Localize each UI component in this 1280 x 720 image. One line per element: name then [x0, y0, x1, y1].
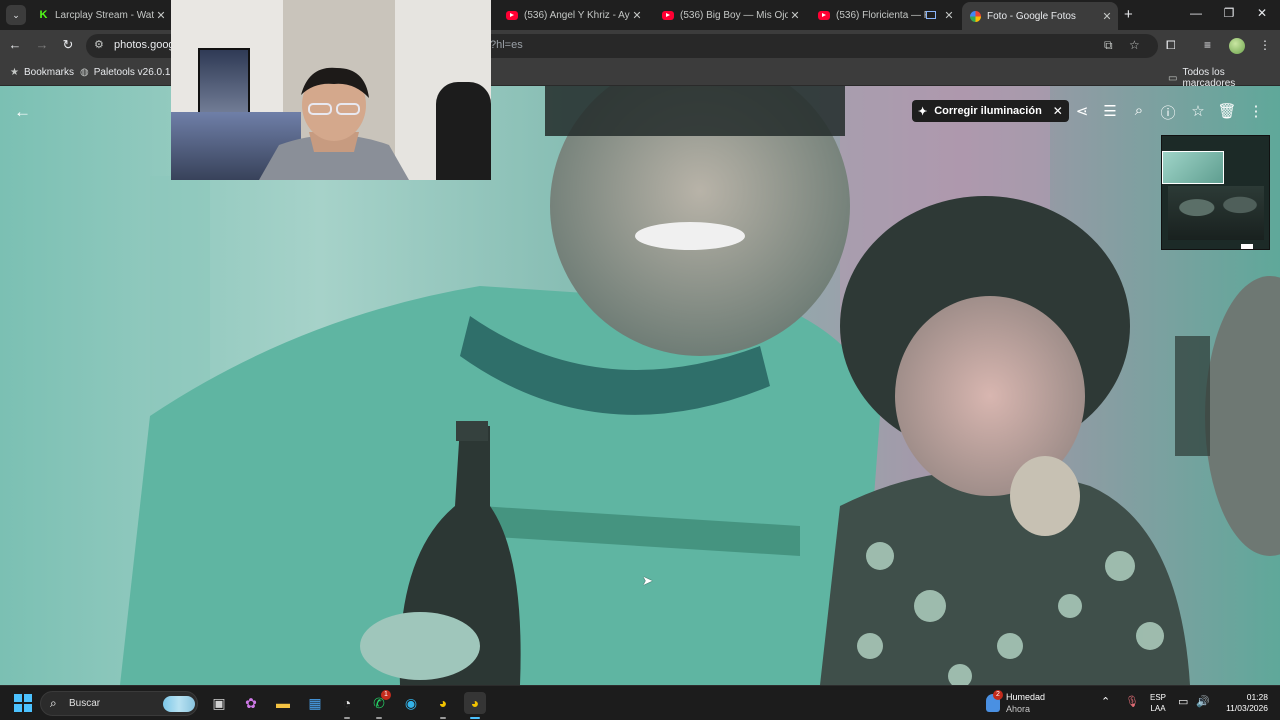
- close-icon[interactable]: ✕: [630, 9, 644, 22]
- profile-avatar[interactable]: [1229, 38, 1245, 54]
- reload-button[interactable]: ↻: [59, 37, 77, 53]
- close-icon[interactable]: ✕: [1100, 10, 1114, 23]
- tab-youtube-angel-khriz[interactable]: (536) Angel Y Khriz - Ayer | ✕: [498, 4, 648, 26]
- viewer-back-button[interactable]: ←: [14, 102, 31, 122]
- close-icon[interactable]: ✕: [942, 9, 956, 22]
- app-icon[interactable]: ◔: [336, 692, 358, 719]
- close-window-button[interactable]: ✕: [1252, 6, 1272, 20]
- google-photos-icon: [970, 10, 981, 22]
- close-icon[interactable]: ✕: [788, 9, 802, 22]
- copilot-icon[interactable]: ✿: [240, 692, 262, 714]
- taskbar-search[interactable]: ⌕ Buscar: [40, 691, 198, 716]
- url-query: ?hl=es: [490, 39, 523, 51]
- tab-kick[interactable]: K Larcplay Stream - Watch Li ✕: [30, 4, 172, 26]
- whatsapp-badge: 1: [381, 690, 391, 700]
- task-view-icon[interactable]: ▣: [208, 692, 230, 714]
- weather-subtitle: Ahora: [1006, 704, 1031, 714]
- new-tab-button[interactable]: +: [1124, 6, 1133, 23]
- favorite-icon[interactable]: ☆: [1188, 102, 1208, 120]
- tab-search-button[interactable]: ⌄: [6, 5, 26, 25]
- close-icon[interactable]: ✕: [1053, 104, 1063, 118]
- extensions-icon[interactable]: ⧠: [1166, 38, 1176, 53]
- minimize-button[interactable]: —: [1186, 6, 1206, 20]
- photo-navigator-thumbnail[interactable]: [1161, 135, 1270, 250]
- weather-widget[interactable]: 2 Humedad Ahora: [986, 690, 1068, 717]
- more-icon[interactable]: ⋮: [1246, 102, 1266, 120]
- tab-google-photos[interactable]: Foto - Google Fotos ✕: [962, 2, 1118, 30]
- file-explorer-icon[interactable]: ▬: [272, 692, 294, 714]
- picture-in-picture-icon: [926, 11, 936, 19]
- input-language[interactable]: ESP LAA: [1150, 692, 1166, 714]
- forward-button[interactable]: →: [33, 37, 51, 52]
- youtube-icon: [662, 10, 674, 20]
- whatsapp-icon[interactable]: ✆ 1: [368, 690, 391, 719]
- edge-icon[interactable]: ◉: [400, 692, 422, 714]
- edit-icon[interactable]: ☰: [1100, 102, 1120, 120]
- webcam-poster: [198, 48, 250, 120]
- chrome-profile-icon[interactable]: ◕: [464, 692, 486, 719]
- star-icon: ★: [10, 67, 19, 78]
- taskbar-search-placeholder: Buscar: [69, 698, 101, 709]
- site-settings-icon[interactable]: ⚙: [94, 38, 104, 51]
- zoom-icon[interactable]: ⌕: [1129, 102, 1149, 119]
- youtube-icon: [818, 10, 830, 20]
- search-highlight-image: [163, 696, 195, 712]
- bookmark-star-icon[interactable]: ☆: [1129, 38, 1140, 52]
- webcam-person: [259, 67, 409, 180]
- tab-youtube-floricienta[interactable]: (536) Floricienta — Por ✕: [810, 4, 960, 26]
- tab-label: (536) Floricienta — Por: [836, 9, 926, 21]
- youtube-icon: [506, 10, 518, 20]
- network-icon[interactable]: ▭: [1178, 695, 1188, 708]
- tab-label: Foto - Google Fotos: [987, 10, 1076, 22]
- restore-button[interactable]: ❐: [1219, 6, 1239, 20]
- bookmark-label: Paletools v26.0.12: [93, 67, 177, 78]
- sparkle-icon: ✦: [918, 105, 928, 118]
- delete-icon[interactable]: 🗑: [1217, 102, 1237, 120]
- taskbar: ⌕ Buscar ▣ ✿ ▬ ▦ ◔ ✆ 1 ◉ ◕ ◕ 2 Humedad Ah…: [0, 685, 1280, 720]
- kick-icon: K: [38, 9, 49, 21]
- webcam-overlay: [171, 0, 491, 180]
- weather-title: Humedad: [1006, 692, 1046, 702]
- search-icon: ⌕: [50, 696, 57, 710]
- media-controls-icon[interactable]: ≡: [1204, 38, 1211, 52]
- windows-start-icon[interactable]: [14, 694, 32, 712]
- navigator-preview: [1168, 186, 1264, 240]
- mouse-cursor-icon: ➤: [642, 573, 653, 588]
- fix-lighting-chip[interactable]: ✦ Corregir iluminación ✕: [912, 100, 1069, 122]
- microsoft-store-icon[interactable]: ▦: [304, 692, 326, 714]
- tab-label: (536) Big Boy — Mis Ojos |: [680, 9, 788, 21]
- navigator-viewport[interactable]: [1162, 151, 1224, 184]
- screen: ⌄ K Larcplay Stream - Watch Li ✕ (536) A…: [0, 0, 1280, 720]
- lang-line1: ESP: [1150, 693, 1167, 702]
- tab-label: Larcplay Stream - Watch Li: [55, 9, 154, 21]
- tab-youtube-big-boy[interactable]: (536) Big Boy — Mis Ojos | ✕: [654, 4, 806, 26]
- tab-label: (536) Angel Y Khriz - Ayer |: [524, 9, 630, 21]
- clock-time: 01:28: [1246, 692, 1268, 702]
- show-hidden-icons[interactable]: ⌃: [1101, 695, 1110, 708]
- close-icon[interactable]: ✕: [154, 9, 168, 22]
- weather-badge: 2: [993, 690, 1003, 700]
- share-icon[interactable]: ⋖: [1072, 102, 1092, 120]
- chevron-down-icon: ⌄: [12, 9, 20, 20]
- chrome-icon[interactable]: ◕: [432, 692, 454, 719]
- globe-icon: ◍: [80, 67, 89, 78]
- bookmark-paletools[interactable]: ◍ Paletools v26.0.12: [80, 67, 176, 78]
- volume-icon[interactable]: 🔊: [1196, 695, 1210, 708]
- webcam-backpack: [436, 82, 491, 180]
- lang-line2: LAA: [1150, 704, 1166, 713]
- system-clock[interactable]: 01:28 11/03/2026: [1220, 692, 1268, 714]
- bookmark-label: Bookmarks: [23, 67, 74, 78]
- microphone-icon[interactable]: 🎙: [1125, 695, 1139, 708]
- url-host: photos.goog: [114, 39, 175, 51]
- arrow-left-icon: ←: [14, 102, 31, 121]
- more-menu-icon[interactable]: ⋮: [1259, 38, 1271, 52]
- info-icon[interactable]: ⓘ: [1158, 102, 1178, 123]
- folder-icon: ▭: [1168, 72, 1178, 84]
- bookmark-bookmarks[interactable]: ★ Bookmarks: [10, 67, 74, 78]
- back-button[interactable]: ←: [6, 37, 24, 52]
- clock-date: 11/03/2026: [1226, 703, 1268, 713]
- install-app-icon[interactable]: ⧉: [1104, 38, 1113, 53]
- fix-lighting-label: Corregir iluminación: [934, 105, 1042, 117]
- navigator-scroll-indicator: [1241, 244, 1253, 249]
